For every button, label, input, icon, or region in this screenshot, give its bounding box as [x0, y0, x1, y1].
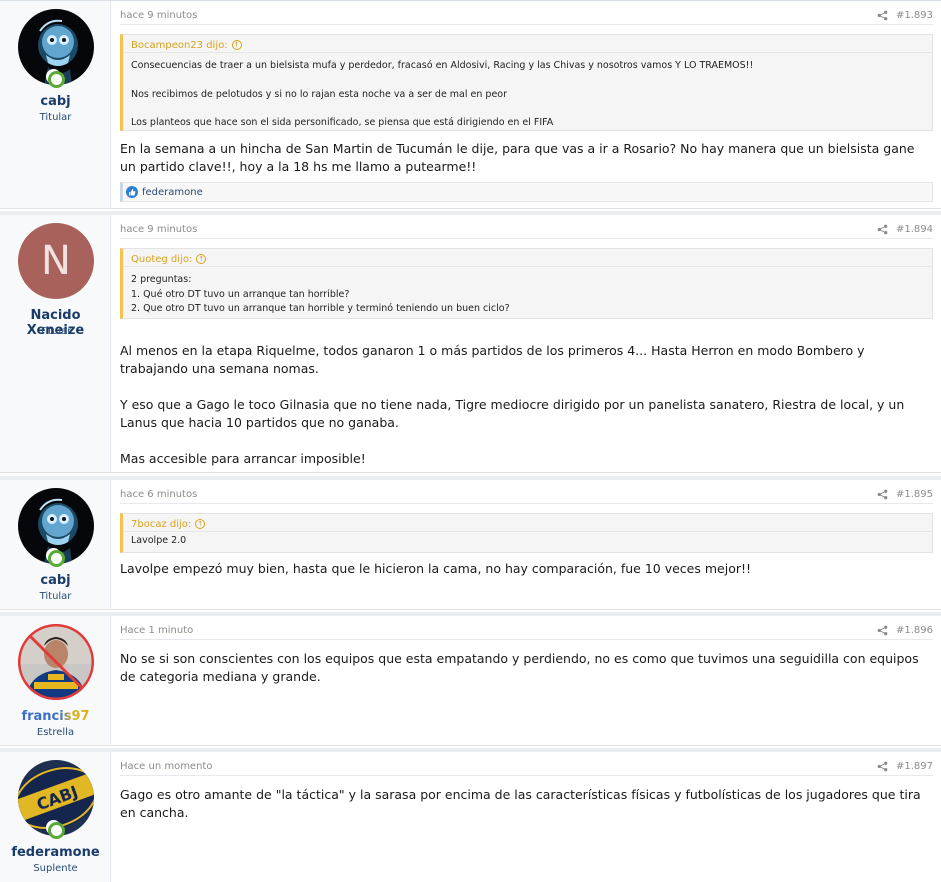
jump-to-quote-icon[interactable]: ↑ — [195, 519, 206, 529]
share-icon[interactable] — [877, 10, 888, 21]
post-message: Gago es otro amante de "la táctica" y la… — [120, 786, 927, 822]
post-number[interactable]: #1.893 — [896, 10, 933, 21]
post-1896: francis97 Estrella Hace 1 minuto #1.896 … — [0, 612, 941, 746]
post-actions: #1.893 — [877, 9, 933, 22]
user-panel: N Nacido Xeneize Titular — [0, 215, 111, 472]
message-paragraph: Al menos en la etapa Riquelme, todos gan… — [120, 343, 865, 376]
header-divider — [120, 24, 933, 25]
message-paragraph: Lavolpe empezó muy bien, hasta que le hi… — [120, 561, 751, 576]
header-divider — [120, 775, 933, 776]
post-time[interactable]: hace 6 minutos — [120, 489, 197, 500]
avatar-letter: N — [41, 238, 71, 284]
username[interactable]: federamone — [0, 845, 111, 860]
online-indicator-icon — [46, 820, 65, 839]
online-indicator-icon — [46, 69, 65, 88]
post-1895: cabj Titular hace 6 minutos #1.895 7boca… — [0, 476, 941, 610]
quote-block: Quoteg dijo: ↑ 2 preguntas: 1. Qué otro … — [120, 248, 933, 319]
post-number[interactable]: #1.894 — [896, 224, 933, 235]
share-icon[interactable] — [877, 489, 888, 500]
post-main: hace 9 minutos #1.893 Bocampeon23 dijo: … — [111, 1, 941, 208]
quote-header[interactable]: Quoteg dijo: ↑ — [123, 249, 932, 267]
post-time[interactable]: hace 9 minutos — [120, 224, 197, 235]
jump-to-quote-icon[interactable]: ↑ — [231, 40, 242, 50]
post-1893: cabj Titular hace 9 minutos #1.893 Bocam… — [0, 0, 941, 209]
quote-author[interactable]: Bocampeon23 dijo: — [131, 40, 228, 51]
message-paragraph: En la semana a un hincha de San Martin d… — [120, 141, 915, 174]
quote-line: Los planteos que hace son el sida person… — [131, 117, 554, 128]
online-indicator-icon — [46, 548, 65, 567]
message-paragraph: Mas accesible para arrancar imposible! — [120, 451, 366, 466]
like-icon — [126, 186, 138, 198]
header-divider — [120, 238, 933, 239]
user-panel: francis97 Estrella — [0, 616, 111, 745]
user-panel: CABJ federamone Suplente — [0, 752, 111, 882]
user-title: Suplente — [33, 863, 78, 874]
quote-block: Bocampeon23 dijo: ↑ Consecuencias de tra… — [120, 34, 933, 131]
share-icon[interactable] — [877, 224, 888, 235]
message-paragraph: Gago es otro amante de "la táctica" y la… — [120, 787, 921, 820]
username[interactable]: cabj — [0, 573, 111, 588]
post-message: No se si son conscientes con los equipos… — [120, 650, 927, 686]
username[interactable]: cabj — [0, 94, 111, 109]
post-number[interactable]: #1.895 — [896, 489, 933, 500]
header-divider — [120, 503, 933, 504]
post-1897: CABJ federamone Suplente Hace un momento… — [0, 748, 941, 882]
user-panel: cabj Titular — [0, 1, 111, 208]
quote-body: 2 preguntas: 1. Qué otro DT tuvo un arra… — [123, 267, 932, 320]
post-message: Al menos en la etapa Riquelme, todos gan… — [120, 342, 927, 468]
quote-line: Nos recibimos de pelotudos y si no lo ra… — [131, 88, 508, 100]
post-main: hace 9 minutos #1.894 Quoteg dijo: ↑ 2 p… — [111, 215, 941, 472]
reaction-user[interactable]: federamone — [142, 187, 203, 198]
user-panel: cabj Titular — [0, 480, 111, 609]
post-number[interactable]: #1.896 — [896, 625, 933, 636]
quote-block: 7bocaz dijo: ↑ Lavolpe 2.0 — [120, 513, 933, 553]
avatar[interactable]: N — [18, 223, 94, 299]
quote-line: 2 preguntas: 1. Qué otro DT tuvo un arra… — [131, 274, 510, 314]
post-time[interactable]: Hace un momento — [120, 761, 212, 772]
jump-to-quote-icon[interactable]: ↑ — [196, 254, 207, 264]
post-message: En la semana a un hincha de San Martin d… — [120, 140, 927, 176]
quote-author[interactable]: 7bocaz dijo: — [131, 519, 191, 530]
user-title: Titular — [39, 591, 72, 602]
player-photo-avatar-icon — [18, 624, 94, 700]
header-divider — [120, 639, 933, 640]
quote-line: Lavolpe 2.0 — [131, 535, 187, 546]
post-message: Lavolpe empezó muy bien, hasta que le hi… — [120, 560, 927, 578]
quote-header[interactable]: Bocampeon23 dijo: ↑ — [123, 35, 932, 53]
user-title: Titular — [39, 112, 72, 123]
quote-author[interactable]: Quoteg dijo: — [131, 254, 192, 265]
post-main: Hace 1 minuto #1.896 No se si son consci… — [111, 616, 941, 745]
post-actions: #1.894 — [877, 223, 933, 236]
share-icon[interactable] — [877, 761, 888, 772]
quote-body: Lavolpe 2.0 — [123, 532, 932, 552]
post-main: hace 6 minutos #1.895 7bocaz dijo: ↑ Lav… — [111, 480, 941, 609]
avatar[interactable] — [18, 624, 94, 700]
post-actions: #1.897 — [877, 760, 933, 773]
post-main: Hace un momento #1.897 Gago es otro aman… — [111, 752, 941, 882]
post-time[interactable]: hace 9 minutos — [120, 10, 197, 21]
user-title: Titular — [39, 326, 72, 337]
post-number[interactable]: #1.897 — [896, 761, 933, 772]
share-icon[interactable] — [877, 625, 888, 636]
quote-header[interactable]: 7bocaz dijo: ↑ — [123, 514, 932, 532]
reactions-bar[interactable]: federamone — [120, 182, 933, 202]
message-paragraph: Y eso que a Gago le toco Gilnasia que no… — [120, 397, 905, 430]
username[interactable]: francis97 — [0, 709, 111, 724]
quote-body: Consecuencias de traer a un bielsista mu… — [123, 53, 932, 134]
post-actions: #1.896 — [877, 624, 933, 637]
post-1894: N Nacido Xeneize Titular hace 9 minutos … — [0, 211, 941, 473]
post-time[interactable]: Hace 1 minuto — [120, 625, 193, 636]
message-paragraph: No se si son conscientes con los equipos… — [120, 651, 919, 684]
quote-line: Consecuencias de traer a un bielsista mu… — [131, 60, 754, 71]
post-actions: #1.895 — [877, 488, 933, 501]
username-text[interactable]: francis97 — [21, 709, 89, 724]
user-title: Estrella — [36, 727, 75, 738]
